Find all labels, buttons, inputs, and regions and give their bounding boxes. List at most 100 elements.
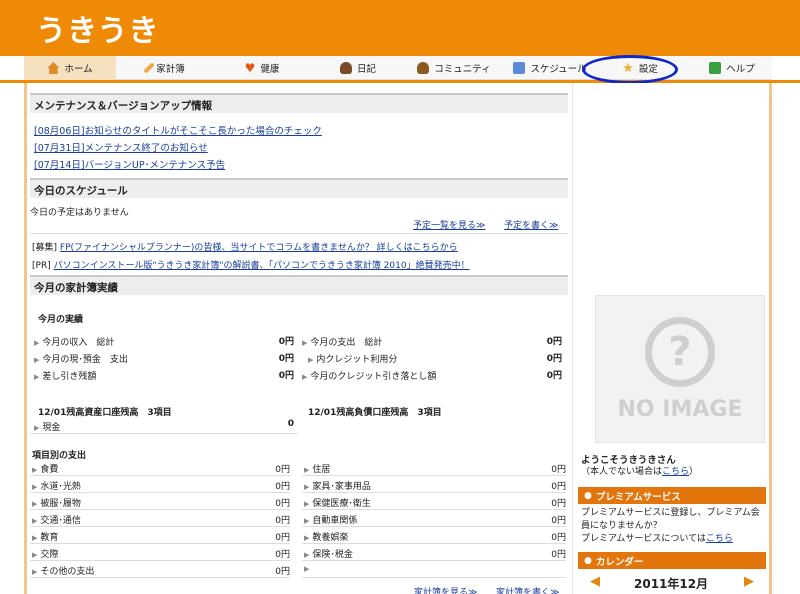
bullet-icon: ▶ bbox=[34, 373, 40, 381]
maintenance-heading: メンテナンス＆バージョンアップ情報 bbox=[30, 93, 568, 113]
balance-row: ▶ 差し引き残額 bbox=[34, 369, 96, 382]
category-row: ▶ 被服･履物 bbox=[32, 496, 81, 509]
asset-cash-row: ▶ 現金 bbox=[34, 420, 60, 433]
income-total-value: 0円 bbox=[278, 337, 294, 347]
bullet-icon: ▶ bbox=[34, 424, 40, 432]
row-label: 今月のクレジット引き落とし額 bbox=[310, 372, 437, 382]
nav-community-label: コミュニティ bbox=[434, 64, 491, 75]
separator bbox=[30, 475, 290, 476]
not-you-link[interactable]: こちら bbox=[662, 467, 689, 477]
news-link-1[interactable]: [08月06日]お知らせのタイトルがそこそこ長かった場合のチェック bbox=[34, 123, 322, 137]
bullet-icon: ▶ bbox=[32, 500, 38, 508]
category-value: 0円 bbox=[275, 533, 290, 543]
nav-community[interactable]: コミュニティ bbox=[404, 56, 504, 80]
budget-view-link[interactable]: 家計簿を見る≫ bbox=[414, 585, 477, 594]
results-title: 今月の実績 bbox=[38, 315, 84, 325]
row-label: 今月の支出 総計 bbox=[310, 338, 383, 348]
row-label: 内クレジット利用分 bbox=[316, 355, 398, 365]
bullet-icon: ▶ bbox=[32, 568, 38, 576]
category-label: 被服･履物 bbox=[40, 499, 81, 509]
site-logo[interactable]: うきうき bbox=[36, 6, 159, 50]
nav-health[interactable]: ♥ 健康 bbox=[214, 56, 310, 80]
nav-home[interactable]: ホーム bbox=[24, 56, 116, 80]
ad-prefix: [PR] bbox=[32, 261, 51, 271]
nav-diary[interactable]: 日記 bbox=[310, 56, 406, 80]
category-label: 住居 bbox=[312, 465, 331, 475]
category-label: 食費 bbox=[40, 465, 59, 475]
premium-more-prefix: プレミアムサービスについては bbox=[581, 534, 706, 544]
category-row: ▶ 保険･税金 bbox=[304, 547, 353, 560]
budget-write-link[interactable]: 家計簿を書く≫ bbox=[496, 585, 559, 594]
news-link-2[interactable]: [07月31日]メンテナンス終了のお知らせ bbox=[34, 140, 208, 154]
help-book-icon bbox=[709, 62, 722, 74]
bullet-icon: ▶ bbox=[34, 339, 40, 347]
separator bbox=[302, 560, 566, 561]
schedule-list-link[interactable]: 予定一覧を見る≫ bbox=[413, 218, 485, 231]
main-border-left bbox=[24, 83, 27, 594]
category-row: ▶ 自動車関係 bbox=[304, 513, 357, 526]
separator bbox=[30, 433, 298, 434]
category-row: ▶ その他の支出 bbox=[32, 564, 94, 577]
balance-value: 0円 bbox=[278, 371, 294, 381]
premium-more-link[interactable]: こちら bbox=[706, 534, 733, 544]
schedule-write-link[interactable]: 予定を書く≫ bbox=[504, 218, 558, 231]
news-link-3[interactable]: [07月14日]バージョンUP･メンテナンス予告 bbox=[34, 157, 225, 171]
ad-link-2[interactable]: パソコンインストール版"うきうき家計簿"の解説書、「パソコンでうきうき家計簿 2… bbox=[54, 261, 470, 271]
category-row: ▶ 食費 bbox=[32, 462, 58, 475]
nav-help[interactable]: ヘルプ bbox=[684, 56, 780, 80]
category-label: 保険･税金 bbox=[312, 550, 353, 560]
calendar-prev-icon[interactable]: ◀ bbox=[590, 574, 600, 589]
category-value: 0円 bbox=[275, 499, 290, 509]
row-label: 今月の収入 総計 bbox=[42, 338, 115, 348]
bullet-icon: ▶ bbox=[304, 500, 310, 508]
category-value: 0円 bbox=[551, 516, 566, 526]
premium-text: プレミアムサービスに登録し、プレミアム会員になりませんか？ bbox=[581, 508, 760, 531]
bullet-icon: ▶ bbox=[304, 466, 310, 474]
category-label: 教育 bbox=[40, 533, 59, 543]
credit-withdrawal-value: 0円 bbox=[546, 371, 562, 381]
ad-row-1: [募集] FP(ファイナンシャルプランナー)の皆様、当サイトでコラムを書きません… bbox=[32, 240, 458, 253]
calendar-title: カレンダー bbox=[595, 556, 644, 568]
bullet-icon: ▶ bbox=[304, 534, 310, 542]
bullet-icon: ▶ bbox=[34, 356, 40, 364]
category-row: ▶ 教育 bbox=[32, 530, 58, 543]
category-label: その他の支出 bbox=[40, 567, 95, 577]
profile-image-placeholder: ? NO IMAGE bbox=[595, 295, 765, 443]
nav-diary-label: 日記 bbox=[356, 64, 376, 75]
category-row: ▶ 家具･家事用品 bbox=[304, 479, 371, 492]
not-you-suffix: ） bbox=[689, 467, 699, 477]
calendar-heading: ● カレンダー bbox=[578, 552, 766, 569]
separator bbox=[30, 543, 290, 544]
separator bbox=[30, 560, 290, 561]
ad-prefix: [募集] bbox=[32, 243, 58, 253]
category-row: ▶ 交通･通信 bbox=[32, 513, 81, 526]
nav-budget[interactable]: 家計簿 bbox=[118, 56, 214, 80]
nav-health-label: 健康 bbox=[260, 64, 280, 75]
credit-withdrawal-row: ▶ 今月のクレジット引き落とし額 bbox=[302, 369, 436, 382]
no-image-label: NO IMAGE bbox=[617, 396, 743, 422]
separator bbox=[30, 492, 290, 493]
category-label: 保健医療･衛生 bbox=[312, 499, 371, 509]
category-row: ▶ 保健医療･衛生 bbox=[304, 496, 371, 509]
spending-total-value: 0円 bbox=[546, 337, 562, 347]
bullet-icon: ● bbox=[584, 490, 592, 501]
calendar-month: 2011年12月 bbox=[634, 577, 709, 591]
heart-icon: ♥ bbox=[244, 61, 256, 75]
bullet-icon: ▶ bbox=[302, 373, 308, 381]
row-label: 差し引き残額 bbox=[42, 372, 97, 382]
ad-link-1[interactable]: FP(ファイナンシャルプランナー)の皆様、当サイトでコラムを書きませんか？ 詳し… bbox=[60, 243, 458, 253]
bullet-icon: ▶ bbox=[32, 517, 38, 525]
category-label: 自動車関係 bbox=[312, 516, 358, 526]
category-row: ▶ 水道･光熱 bbox=[32, 479, 81, 492]
main-border-right bbox=[769, 83, 772, 594]
pencil-icon bbox=[143, 62, 155, 74]
nav-budget-label: 家計簿 bbox=[156, 64, 185, 75]
asset-title: 12/01残高資産口座残高 3項目 bbox=[38, 408, 172, 418]
separator bbox=[30, 526, 290, 527]
debt-title: 12/01残高負債口座残高 3項目 bbox=[308, 408, 442, 418]
category-row: ▶ bbox=[304, 564, 312, 574]
calendar-next-icon[interactable]: ▶ bbox=[744, 574, 754, 589]
premium-heading: ● プレミアムサービス bbox=[578, 487, 766, 504]
separator bbox=[302, 577, 566, 578]
premium-title: プレミアムサービス bbox=[595, 491, 681, 503]
